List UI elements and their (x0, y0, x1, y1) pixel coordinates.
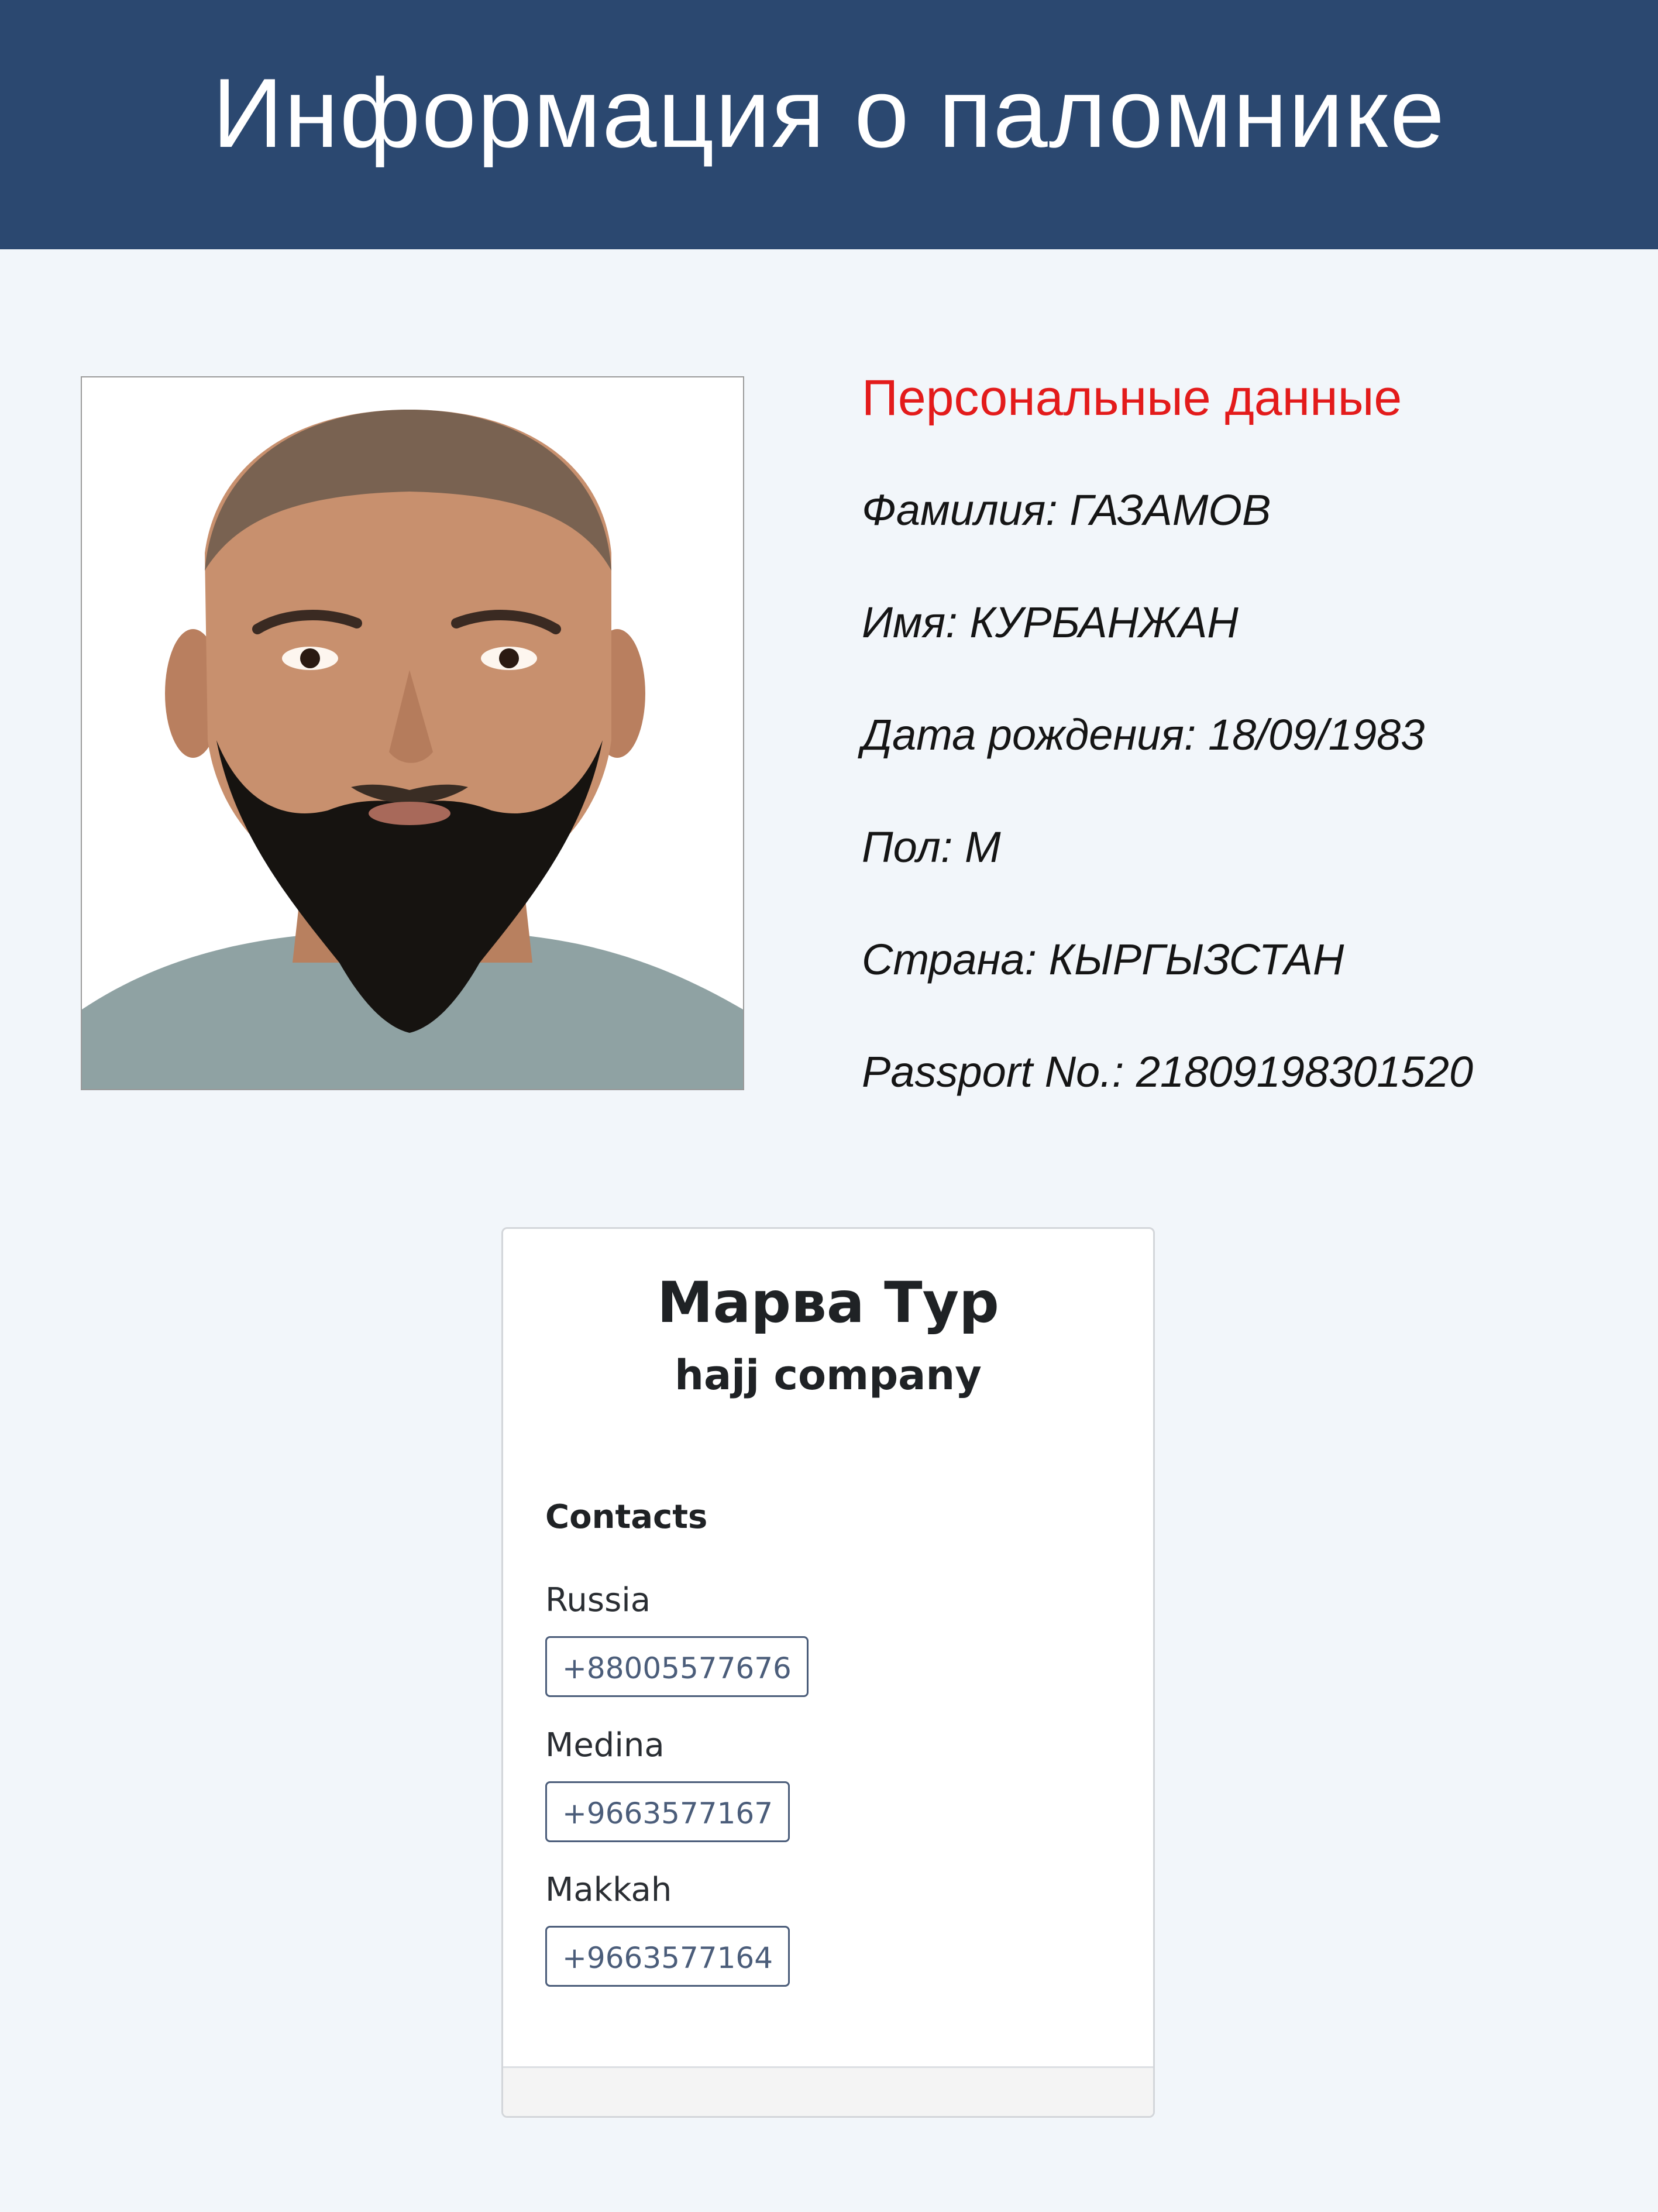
contact-label: Medina (545, 1726, 665, 1764)
gender-field: Пол: М (862, 823, 1001, 871)
contact-makkah: Makkah +9663577164 (545, 1870, 790, 1987)
contact-russia: Russia +88005577676 (545, 1580, 809, 1697)
phone-button-medina[interactable]: +9663577167 (545, 1781, 790, 1842)
contact-label: Russia (545, 1581, 651, 1619)
personal-data-section: Персональные данные Фамилия: ГАЗАМОВ Имя… (862, 363, 1622, 1149)
contacts-heading: Contacts (545, 1498, 708, 1536)
company-name: Марва Тур (657, 1270, 999, 1335)
phone-button-makkah[interactable]: +9663577164 (545, 1926, 790, 1987)
surname-field: Фамилия: ГАЗАМОВ (862, 486, 1271, 534)
personal-data-rows: Фамилия: ГАЗАМОВ Имя: КУРБАНЖАН Дата рож… (862, 475, 1622, 1149)
birth-date-field: Дата рождения: 18/09/1983 (862, 710, 1425, 759)
phone-button-russia[interactable]: +88005577676 (545, 1636, 809, 1697)
contact-label: Makkah (545, 1871, 672, 1909)
page-header: Информация о паломнике (0, 0, 1658, 249)
card-footer (503, 2066, 1153, 2116)
person-photo-icon (82, 377, 743, 1089)
company-card: Марва Тур hajj company Contacts Russia +… (501, 1227, 1155, 2118)
company-subtitle: hajj company (675, 1351, 982, 1399)
passport-field: Passport No.: 21809198301520 (862, 1047, 1474, 1096)
page-title: Информация о паломнике (212, 57, 1446, 168)
contact-medina: Medina +9663577167 (545, 1725, 790, 1842)
first-name-field: Имя: КУРБАНЖАН (862, 598, 1239, 647)
country-field: Страна: КЫРГЫЗСТАН (862, 935, 1344, 984)
pilgrim-photo (81, 376, 744, 1090)
personal-data-title: Персональные данные (862, 370, 1402, 426)
